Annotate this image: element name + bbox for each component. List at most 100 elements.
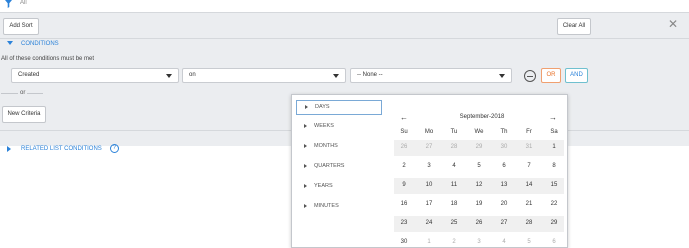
breadcrumb-all[interactable]: All [20,0,27,6]
conditions-label: CONDITIONS [21,41,59,47]
calendar-day[interactable]: 1 [544,144,564,150]
weekday-header: We [474,129,484,135]
calendar-day[interactable]: 4 [444,163,464,169]
unit-option-minutes[interactable]: MINUTES [296,200,382,215]
calendar-day[interactable]: 28 [519,220,539,226]
unit-option-days[interactable]: DAYS [296,100,382,115]
calendar-day[interactable]: 3 [469,239,489,245]
unit-option-quarters[interactable]: QUARTERS [296,160,382,175]
weekday-header: Sa [550,129,558,135]
filter-icon[interactable] [5,0,12,8]
calendar-day[interactable]: 8 [544,163,564,169]
calendar-day[interactable]: 22 [544,201,564,207]
calendar-day[interactable]: 12 [469,182,489,188]
unit-option-years[interactable]: YEARS [296,180,382,195]
calendar-day[interactable]: 27 [419,144,439,150]
calendar-day[interactable]: 28 [444,144,464,150]
add-sort-button[interactable]: Add Sort [3,18,39,35]
operator-select-value: on [189,72,196,78]
chevron-down-icon [7,41,13,46]
calendar-day[interactable]: 4 [494,239,514,245]
or-separator-label: or [18,90,28,96]
chevron-right-icon [7,145,11,152]
calendar-day[interactable]: 26 [469,220,489,226]
chevron-right-icon [305,104,308,109]
conditions-header[interactable]: CONDITIONS [7,41,59,47]
unit-option-label: DAYS [315,104,330,110]
date-picker-popup: DAYS WEEKS MONTHS QUARTERS YEARS MINUTES ← → … [291,94,568,248]
calendar-day[interactable]: 30 [394,239,414,245]
unit-option-label: MONTHS [314,143,338,149]
calendar-day[interactable]: 14 [519,182,539,188]
unit-option-label: QUARTERS [314,163,345,169]
help-icon[interactable]: ? [109,144,119,153]
unit-option-weeks[interactable]: WEEKS [296,120,382,135]
calendar-day[interactable]: 24 [419,220,439,226]
next-month-arrow-icon[interactable]: → [549,113,557,122]
calendar-day[interactable]: 29 [469,144,489,150]
calendar-day[interactable]: 5 [469,163,489,169]
calendar-day[interactable]: 27 [494,220,514,226]
calendar-day[interactable]: 10 [419,182,439,188]
calendar-day[interactable]: 30 [494,144,514,150]
divider [0,38,689,39]
calendar-day[interactable]: 6 [494,163,514,169]
chevron-right-icon [304,183,307,188]
caret-down-icon [166,74,172,78]
weekday-header: Mo [424,129,434,135]
weekday-header: Tu [450,129,458,135]
related-list-label: RELATED LIST CONDITIONS [21,146,102,153]
calendar-day[interactable]: 2 [444,239,464,245]
unit-option-months[interactable]: MONTHS [296,140,382,155]
value-select[interactable]: -- None -- [350,68,512,83]
related-list-conditions[interactable]: RELATED LIST CONDITIONS? [7,144,119,153]
calendar-day[interactable]: 17 [419,201,439,207]
calendar-day[interactable]: 25 [444,220,464,226]
close-icon[interactable]: ✕ [668,17,678,31]
weekday-header: Fr [526,129,532,135]
chevron-right-icon [304,123,307,128]
weekday-header: Su [400,129,408,135]
calendar-day[interactable]: 16 [394,201,414,207]
calendar-day[interactable]: 6 [544,239,564,245]
calendar-day[interactable]: 15 [544,182,564,188]
top-strip: All [0,0,689,12]
field-select-value: Created [18,72,40,78]
unit-option-label: MINUTES [314,203,339,209]
and-button[interactable]: AND [565,68,588,83]
prev-month-arrow-icon[interactable]: ← [400,113,408,122]
month-label: September-2018 [459,114,505,120]
all-conditions-label: All of these conditions must be met [1,56,95,62]
calendar-day[interactable]: 9 [394,182,414,188]
operator-select[interactable]: on [182,68,346,83]
remove-condition-icon[interactable] [524,70,536,82]
or-button[interactable]: OR [541,68,561,83]
calendar-day[interactable]: 2 [394,163,414,169]
calendar-day[interactable]: 31 [519,144,539,150]
chevron-right-icon [304,143,307,148]
caret-down-icon [333,74,339,78]
weekday-header: Th [500,129,508,135]
calendar-day[interactable]: 11 [444,182,464,188]
calendar-day[interactable]: 20 [494,201,514,207]
chevron-right-icon [304,163,307,168]
value-select-value: -- None -- [357,72,383,78]
calendar-day[interactable]: 7 [519,163,539,169]
field-select[interactable]: Created [11,68,179,83]
new-criteria-button[interactable]: New Criteria [2,106,46,123]
calendar-day[interactable]: 5 [519,239,539,245]
calendar-day[interactable]: 1 [419,239,439,245]
calendar-day[interactable]: 13 [494,182,514,188]
calendar-day[interactable]: 29 [544,220,564,226]
calendar-day[interactable]: 23 [394,220,414,226]
unit-option-label: WEEKS [314,123,334,129]
unit-option-label: YEARS [314,183,333,189]
chevron-right-icon [304,203,307,208]
calendar-day[interactable]: 19 [469,201,489,207]
calendar-day[interactable]: 21 [519,201,539,207]
calendar-day[interactable]: 3 [419,163,439,169]
clear-all-button[interactable]: Clear All [557,18,591,35]
calendar-day[interactable]: 18 [444,201,464,207]
caret-down-icon [499,74,505,78]
calendar-day[interactable]: 26 [394,144,414,150]
